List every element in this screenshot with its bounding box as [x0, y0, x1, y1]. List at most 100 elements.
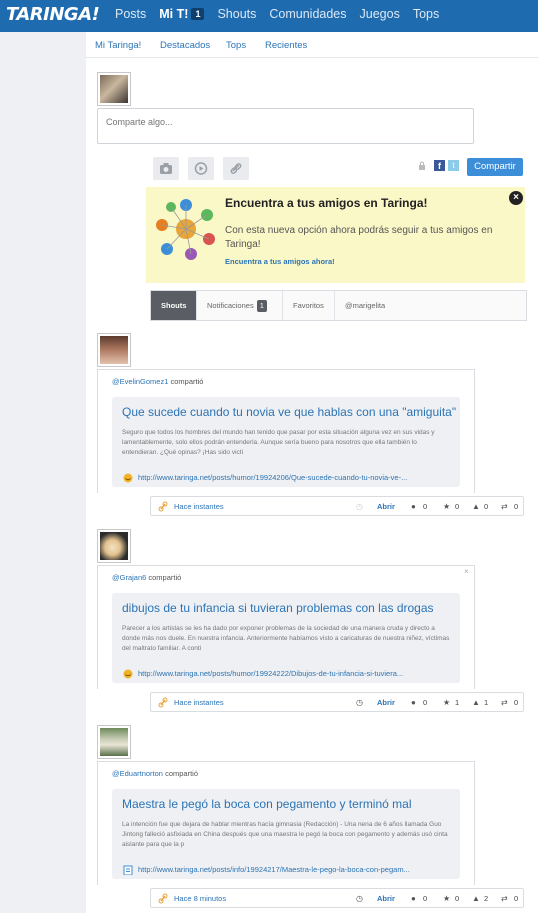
notification-badge: 1 — [256, 300, 267, 312]
post-time[interactable]: Hace instantes — [174, 502, 224, 511]
promo-body: Con esta nueva opción ahora podrás segui… — [225, 225, 493, 250]
nav-item-shouts[interactable]: Shouts — [217, 7, 256, 21]
find-friends-link[interactable]: Encuentra a tus amigos ahora! — [225, 257, 335, 266]
notification-badge: 1 — [191, 8, 205, 20]
post-title[interactable]: dibujos de tu infancia si tuvieran probl… — [122, 601, 434, 615]
points-count: 0 — [484, 502, 489, 511]
shared-link-card[interactable]: dibujos de tu infancia si tuvieran probl… — [112, 593, 460, 683]
comment-icon[interactable]: ● — [411, 894, 416, 903]
share-input[interactable] — [98, 109, 473, 143]
comment-count: 0 — [423, 698, 428, 707]
post-title[interactable]: Que sucede cuando tu novia ve que hablas… — [122, 405, 456, 419]
twitter-icon[interactable]: t — [448, 160, 459, 171]
nav-item-label: Mi T! — [159, 7, 189, 21]
close-icon[interactable]: × — [464, 567, 469, 576]
points-count: 2 — [484, 894, 489, 903]
author-avatar[interactable] — [97, 529, 131, 563]
subnav-recientes[interactable]: Recientes — [265, 40, 307, 51]
subnav-mi-taringa[interactable]: Mi Taringa! — [95, 40, 141, 51]
star-icon[interactable]: ★ — [443, 698, 450, 707]
info-category-icon — [123, 865, 133, 875]
reshare-icon[interactable]: ⇄ — [501, 894, 508, 903]
feed-tabs: Shouts Notificaciones 1 Favoritos @marige… — [150, 290, 527, 321]
post-action-bar: Hace 8 minutos ◷ Abrir ● 0 ★ 0 ▲ 2 ⇄ 0 — [150, 888, 524, 908]
clock-icon: ◷ — [356, 894, 363, 903]
author-avatar[interactable] — [97, 725, 131, 759]
tab-shouts[interactable]: Shouts — [151, 291, 197, 320]
play-icon — [194, 162, 208, 175]
tab-favoritos[interactable]: Favoritos — [283, 291, 335, 320]
post-url[interactable]: http://www.taringa.net/posts/info/199242… — [138, 865, 410, 874]
taringa-logo[interactable]: TARINGA! — [6, 4, 100, 25]
post-description: Seguro que todos los hombres del mundo h… — [122, 429, 435, 456]
clock-icon: ◷ — [356, 502, 363, 511]
subnav-destacados[interactable]: Destacados — [160, 40, 210, 51]
post-action: compartió — [162, 769, 198, 778]
points-count: 1 — [484, 698, 489, 707]
post-time[interactable]: Hace 8 minutos — [174, 894, 226, 903]
avatar-image — [100, 728, 128, 756]
post-action: compartió — [168, 377, 204, 386]
humor-category-icon — [123, 669, 133, 679]
nav-item-mi-t[interactable]: Mi T! 1 — [159, 7, 205, 21]
reshare-icon[interactable]: ⇄ — [501, 502, 508, 511]
thumbs-up-icon[interactable]: ▲ — [472, 894, 480, 903]
tab-label: Notificaciones — [207, 301, 254, 310]
thumbs-up-icon[interactable]: ▲ — [472, 698, 480, 707]
lock-icon[interactable] — [418, 161, 426, 171]
tab-notificaciones[interactable]: Notificaciones 1 — [197, 291, 283, 320]
post-author-line: @Grajan6 compartió — [112, 573, 181, 582]
shared-link-card[interactable]: Que sucede cuando tu novia ve que hablas… — [112, 397, 460, 487]
add-video-button[interactable] — [188, 157, 214, 180]
star-icon[interactable]: ★ — [443, 502, 450, 511]
add-link-button[interactable] — [223, 157, 249, 180]
post-action-bar: Hace instantes ◷ Abrir ● 0 ★ 0 ▲ 0 ⇄ 0 — [150, 496, 524, 516]
comment-icon[interactable]: ● — [411, 698, 416, 707]
thumbs-up-icon[interactable]: ▲ — [472, 502, 480, 511]
reshare-count: 0 — [514, 698, 519, 707]
post-description: Parecer a los artistas se les ha dado po… — [122, 625, 450, 652]
comment-count: 0 — [423, 502, 428, 511]
avatar-image — [100, 336, 128, 364]
reshare-icon[interactable]: ⇄ — [501, 698, 508, 707]
nav-item-tops[interactable]: Tops — [413, 7, 439, 21]
left-gutter — [0, 32, 86, 913]
nav-item-juegos[interactable]: Juegos — [360, 7, 400, 21]
open-button[interactable]: Abrir — [377, 894, 395, 903]
nav-item-posts[interactable]: Posts — [115, 7, 146, 21]
post-title[interactable]: Maestra le pegó la boca con pegamento y … — [122, 797, 412, 811]
star-icon[interactable]: ★ — [443, 894, 450, 903]
nav-item-comunidades[interactable]: Comunidades — [269, 7, 346, 21]
post-author-line: @Eduartnorton compartió — [112, 769, 198, 778]
post-url[interactable]: http://www.taringa.net/posts/humor/19924… — [138, 669, 403, 678]
facebook-icon[interactable]: f — [434, 160, 445, 171]
clock-icon: ◷ — [356, 698, 363, 707]
post-time[interactable]: Hace instantes — [174, 698, 224, 707]
author-link[interactable]: @EvelinGomez1 — [112, 377, 168, 386]
close-icon[interactable]: × — [509, 191, 523, 205]
top-navbar: TARINGA! Posts Mi T! 1 Shouts Comunidades… — [0, 0, 538, 32]
add-photo-button[interactable] — [153, 157, 179, 180]
friends-network-illustration — [156, 199, 215, 260]
shared-link-card[interactable]: Maestra le pegó la boca con pegamento y … — [112, 789, 460, 879]
feed-post: @EvelinGomez1 compartió Que sucede cuand… — [97, 333, 524, 523]
comment-icon[interactable]: ● — [411, 502, 416, 511]
author-avatar[interactable] — [97, 333, 131, 367]
post-url[interactable]: http://www.taringa.net/posts/humor/19924… — [138, 473, 407, 482]
link-icon — [158, 501, 168, 512]
share-button[interactable]: Compartir — [467, 158, 523, 176]
author-link[interactable]: @Grajan6 — [112, 573, 146, 582]
open-button[interactable]: Abrir — [377, 698, 395, 707]
camera-icon — [160, 163, 172, 174]
share-composer[interactable] — [97, 108, 474, 144]
open-button[interactable]: Abrir — [377, 502, 395, 511]
favorite-count: 0 — [455, 502, 460, 511]
subnav-tops[interactable]: Tops — [226, 40, 246, 51]
find-friends-promo: Encuentra a tus amigos en Taringa! Con e… — [146, 187, 525, 283]
user-avatar[interactable] — [97, 72, 131, 106]
avatar-image — [100, 532, 128, 560]
comment-count: 0 — [423, 894, 428, 903]
author-link[interactable]: @Eduartnorton — [112, 769, 163, 778]
sub-navigation: Mi Taringa! Destacados Tops Recientes — [86, 32, 538, 58]
tab-user[interactable]: @marigelita — [335, 291, 405, 320]
